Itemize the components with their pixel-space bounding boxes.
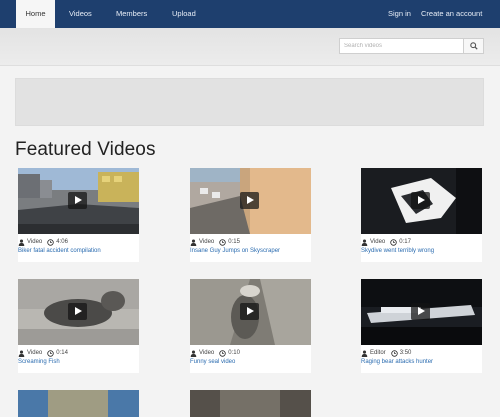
user-icon [361,239,368,246]
video-card[interactable]: Video 0:10 Funny seal video [190,279,311,373]
video-meta: Video 0:14 [18,348,68,358]
video-title-link[interactable]: Funny seal video [190,359,235,365]
video-thumbnail[interactable] [18,168,139,234]
video-meta: Video 0:10 [190,348,240,358]
video-card-partial[interactable] [190,390,311,417]
play-icon[interactable] [68,303,87,320]
clock-icon [390,349,398,357]
video-author: Video [27,239,43,245]
video-thumbnail[interactable] [18,279,139,345]
play-icon[interactable] [68,192,87,209]
user-icon [18,239,25,246]
video-duration: 0:17 [399,239,411,245]
nav-upload[interactable]: Upload [172,0,196,28]
user-icon [190,239,197,246]
video-duration: 3:50 [399,350,412,356]
video-author: Video [370,239,386,245]
video-author: Video [199,350,215,356]
search-bar [339,38,484,54]
nav-videos[interactable]: Videos [69,0,92,28]
thumbnail-image [18,390,139,417]
clock-icon [390,238,397,246]
video-author: Video [199,239,215,245]
video-duration: 0:10 [228,350,240,356]
ad-banner [15,78,484,126]
play-icon[interactable] [240,192,259,209]
user-icon [361,350,368,357]
nav-members[interactable]: Members [116,0,147,28]
video-title-link[interactable]: Skydive went terribly wrong [361,248,434,254]
video-card[interactable]: Video 0:14 Screaming Fish [18,279,139,373]
thumbnail-image [190,390,311,417]
video-duration: 0:15 [228,239,240,245]
video-thumbnail[interactable] [361,168,482,234]
video-meta: Video 0:17 [361,237,411,247]
search-input[interactable] [339,38,464,54]
video-thumbnail[interactable] [361,279,482,345]
sign-in-link[interactable]: Sign in [388,0,411,28]
video-card[interactable]: Video 0:17 Skydive went terribly wrong [361,168,482,262]
user-icon [18,350,25,357]
user-icon [190,350,197,357]
clock-icon [219,238,226,246]
video-author: Editor [370,350,386,356]
nav-home[interactable]: Home [16,0,55,28]
clock-icon [219,349,226,357]
section-title: Featured Videos [15,139,156,160]
play-icon[interactable] [411,192,430,209]
video-duration: 0:14 [56,350,68,356]
video-title-link[interactable]: Insane Guy Jumps on Skyscraper [190,248,280,254]
video-meta: Editor 3:50 [361,348,411,358]
video-card[interactable]: Video 0:15 Insane Guy Jumps on Skyscrape… [190,168,311,262]
video-meta: Video 4:06 [18,237,68,247]
video-thumbnail[interactable] [190,168,311,234]
clock-icon [47,238,54,246]
play-icon[interactable] [240,303,259,320]
video-meta: Video 0:15 [190,237,240,247]
video-duration: 4:06 [56,239,68,245]
clock-icon [47,349,54,357]
video-title-link[interactable]: Raging bear attacks hunter [361,359,433,365]
video-title-link[interactable]: Screaming Fish [18,359,60,365]
top-navbar: Home Videos Members Upload Sign in Creat… [0,0,500,28]
video-thumbnail[interactable] [190,279,311,345]
video-card[interactable]: Video 4:06 Biker fatal accident compilat… [18,168,139,262]
video-title-link[interactable]: Biker fatal accident compilation [18,248,101,254]
video-card[interactable]: Editor 3:50 Raging bear attacks hunter [361,279,482,373]
video-author: Video [27,350,43,356]
create-account-link[interactable]: Create an account [421,0,482,28]
search-button[interactable] [464,38,484,54]
play-icon[interactable] [411,303,430,320]
search-icon [469,42,478,50]
video-card-partial[interactable] [18,390,139,417]
